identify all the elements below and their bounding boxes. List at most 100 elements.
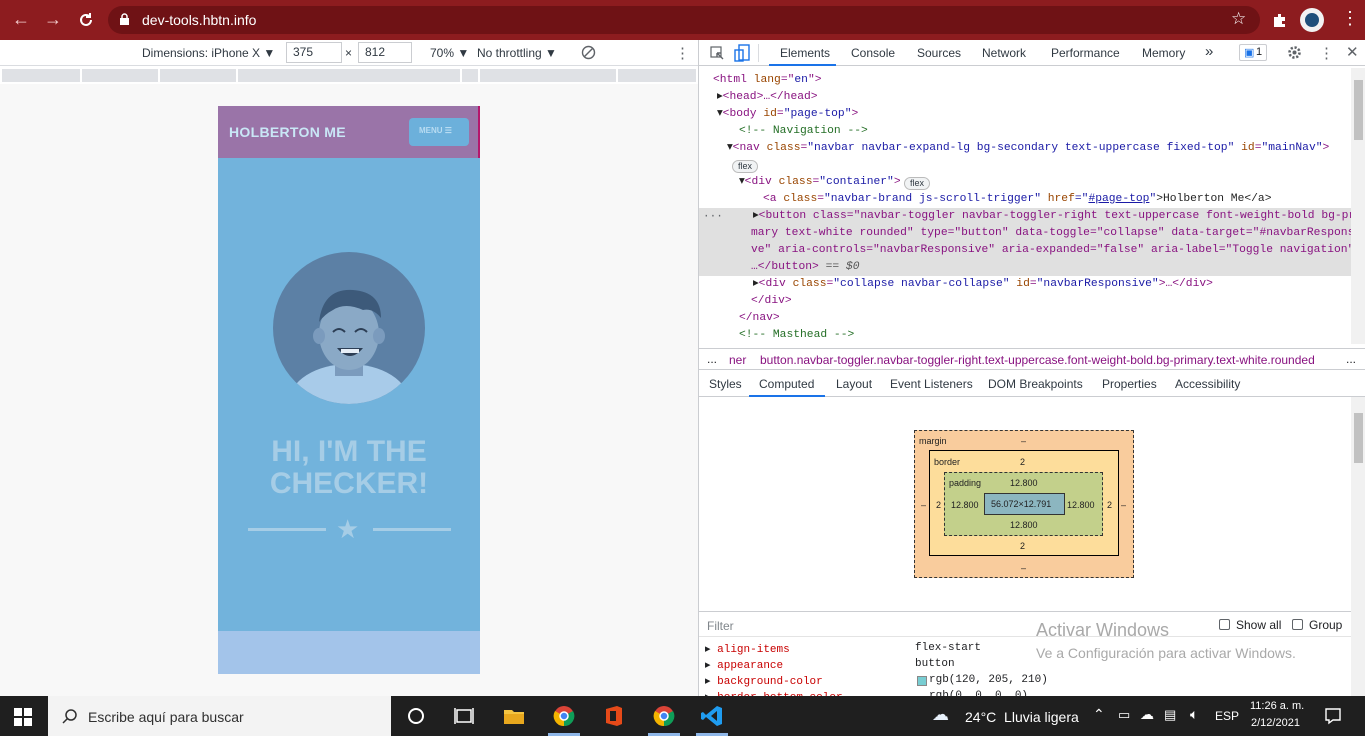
- group-checkbox[interactable]: [1292, 619, 1303, 630]
- volume-icon[interactable]: 🔈︎: [1190, 706, 1198, 723]
- emulated-page: HOLBERTON ME MENU ☰ HI, I'M THE CHECKER!…: [218, 106, 480, 674]
- page-brand-link[interactable]: HOLBERTON ME: [229, 124, 346, 140]
- device-width-input[interactable]: 375: [286, 42, 342, 63]
- tab-memory[interactable]: Memory: [1142, 46, 1185, 60]
- color-swatch[interactable]: [917, 676, 927, 686]
- subtab-accessibility[interactable]: Accessibility: [1175, 377, 1240, 391]
- language-indicator[interactable]: ESP: [1215, 709, 1239, 723]
- subtab-properties[interactable]: Properties: [1102, 377, 1157, 391]
- throttling-select[interactable]: No throttling ▼: [477, 46, 557, 60]
- tab-performance[interactable]: Performance: [1051, 46, 1120, 60]
- dom-line-brand-link[interactable]: <a class="navbar-brand js-scroll-trigger…: [763, 191, 1271, 208]
- computed-filter-bar: Filter Show all Group: [699, 611, 1365, 637]
- box-model-diagram: margin – – – – border 2 2 2 2 padding 12…: [914, 430, 1134, 578]
- node-actions-icon[interactable]: ···: [703, 209, 723, 226]
- gear-icon[interactable]: [1287, 45, 1302, 60]
- notifications-icon[interactable]: [1324, 707, 1342, 725]
- subtab-dom-breakpoints[interactable]: DOM Breakpoints: [988, 377, 1083, 391]
- bookmark-star-icon[interactable]: ☆: [1231, 9, 1246, 29]
- weather-text[interactable]: 24°C Lluvia ligera: [965, 709, 1079, 725]
- back-icon[interactable]: ←: [12, 9, 30, 30]
- dom-line-collapse[interactable]: ▸<div class="collapse navbar-collapse" i…: [753, 276, 1213, 293]
- vscode-icon[interactable]: [700, 704, 724, 728]
- page-navbar: HOLBERTON ME MENU ☰: [218, 106, 480, 158]
- rotate-icon[interactable]: [581, 45, 596, 60]
- subtab-styles[interactable]: Styles: [709, 377, 742, 391]
- devtools-panel: Elements Console Sources Network Perform…: [698, 40, 1365, 696]
- breadcrumb-current[interactable]: button.navbar-toggler.navbar-toggler-rig…: [760, 353, 1315, 367]
- dom-line-div-close[interactable]: </div>: [751, 293, 792, 310]
- dom-line-body[interactable]: ▾<body id="page-top">: [717, 106, 858, 123]
- subtab-computed[interactable]: Computed: [759, 377, 814, 391]
- zoom-select[interactable]: 70% ▼: [430, 46, 469, 60]
- dom-line-nav-close[interactable]: </nav>: [739, 310, 780, 327]
- close-icon[interactable]: ✕: [1346, 43, 1359, 61]
- issues-badge[interactable]: ▣ 1: [1239, 44, 1267, 61]
- tab-sources[interactable]: Sources: [917, 46, 961, 60]
- tab-console[interactable]: Console: [851, 46, 895, 60]
- sidebar-tabs: Styles Computed Layout Event Listeners D…: [699, 371, 1365, 397]
- dom-tree[interactable]: <html lang="en"> ▸<head>…</head> ▾<body …: [699, 68, 1362, 344]
- flex-badge[interactable]: flex: [732, 160, 759, 173]
- weather-icon[interactable]: ☁: [932, 705, 949, 725]
- subtab-event-listeners[interactable]: Event Listeners: [890, 377, 973, 391]
- dom-line-button-4: …</button> == $0: [751, 261, 860, 273]
- breadcrumb-item[interactable]: ner: [729, 353, 746, 367]
- address-bar[interactable]: [108, 6, 1260, 34]
- search-icon: [62, 709, 77, 724]
- dom-line-html[interactable]: <html lang="en">: [713, 72, 822, 89]
- chevron-up-icon[interactable]: ⌃: [1093, 706, 1105, 723]
- computed-row[interactable]: ▸ appearance: [705, 658, 783, 672]
- tab-elements[interactable]: Elements: [780, 46, 830, 60]
- chat-icon: ▣: [1244, 47, 1255, 59]
- task-view-icon[interactable]: [452, 704, 476, 728]
- flex-badge-container[interactable]: flex: [904, 177, 931, 190]
- filter-input[interactable]: Filter: [707, 619, 734, 633]
- media-query-bar[interactable]: [2, 69, 696, 82]
- box-content[interactable]: 56.072×12.791: [984, 493, 1065, 515]
- dom-line-nav[interactable]: ▾<nav class="navbar navbar-expand-lg bg-…: [727, 140, 1329, 157]
- dom-line-head[interactable]: ▸<head>…</head>: [717, 89, 818, 106]
- onedrive-icon[interactable]: ☁: [1140, 706, 1154, 723]
- taskbar-search[interactable]: Escribe aquí para buscar: [48, 696, 391, 736]
- device-toolbar-menu-icon[interactable]: ⋮: [675, 44, 690, 62]
- dom-line-comment-masthead[interactable]: <!-- Masthead -->: [739, 327, 854, 344]
- more-tabs-icon[interactable]: »: [1205, 43, 1213, 60]
- browser-toolbar: ← → dev-tools.hbtn.info ☆ ⋮: [0, 0, 1365, 40]
- chrome-icon[interactable]: [552, 704, 576, 728]
- inspect-element-icon[interactable]: [710, 46, 724, 60]
- computed-row[interactable]: ▸ background-color: [705, 674, 823, 688]
- office-icon[interactable]: [602, 704, 626, 728]
- dom-line-container[interactable]: ▾<div class="container">: [739, 174, 901, 191]
- network-icon[interactable]: ▤: [1164, 707, 1176, 723]
- cortana-icon[interactable]: [408, 708, 424, 724]
- dom-line-button-2: mary text-white rounded" type="button" d…: [751, 227, 1362, 239]
- device-toolbar: Dimensions: iPhone X ▼ 375 × 812 70% ▼ N…: [0, 40, 698, 66]
- computed-row[interactable]: ▸ align-items: [705, 642, 790, 656]
- dom-line-button-3: ve" aria-controls="navbarResponsive" ari…: [751, 244, 1362, 256]
- file-explorer-icon[interactable]: [502, 704, 526, 728]
- devtools-menu-icon[interactable]: ⋮: [1319, 44, 1334, 62]
- reload-icon[interactable]: [77, 11, 95, 29]
- browser-menu-icon[interactable]: ⋮: [1341, 8, 1359, 29]
- extensions-icon[interactable]: [1271, 11, 1289, 29]
- device-toggle-icon[interactable]: [734, 44, 750, 62]
- chrome-profile-icon[interactable]: [652, 704, 676, 728]
- device-height-input[interactable]: 812: [358, 42, 412, 63]
- clock-date[interactable]: 2/12/2021: [1251, 717, 1300, 729]
- forward-icon[interactable]: →: [44, 9, 62, 30]
- meet-now-icon[interactable]: ▭: [1118, 707, 1130, 723]
- computed-scrollbar[interactable]: [1351, 397, 1365, 696]
- clock-time[interactable]: 11:26 a. m.: [1250, 700, 1304, 712]
- dom-line-comment-nav[interactable]: <!-- Navigation -->: [739, 123, 868, 140]
- show-all-checkbox[interactable]: [1219, 619, 1230, 630]
- device-select[interactable]: Dimensions: iPhone X ▼: [142, 46, 275, 60]
- windows-start-icon[interactable]: [14, 708, 32, 726]
- dom-scrollbar[interactable]: [1351, 68, 1365, 344]
- subtab-layout[interactable]: Layout: [836, 377, 872, 391]
- tab-network[interactable]: Network: [982, 46, 1026, 60]
- lock-icon[interactable]: [119, 13, 130, 26]
- profile-avatar[interactable]: [1300, 8, 1324, 32]
- page-menu-button[interactable]: MENU ☰: [409, 118, 469, 146]
- activation-watermark-title: Activar Windows: [1036, 620, 1170, 640]
